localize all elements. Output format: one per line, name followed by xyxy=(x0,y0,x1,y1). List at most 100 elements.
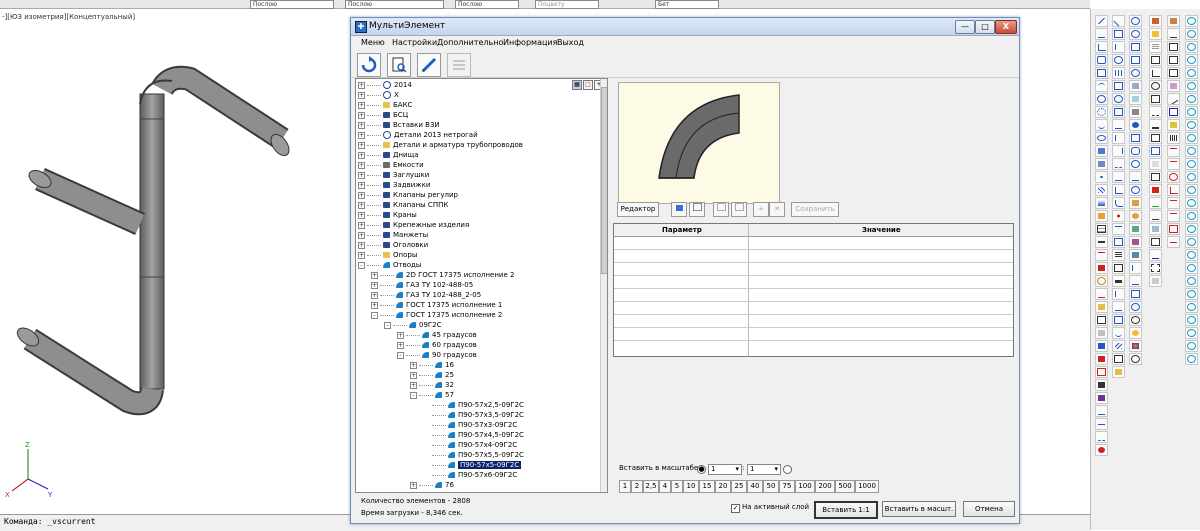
sphere-icon[interactable] xyxy=(1129,158,1142,170)
collapse-icon[interactable]: - xyxy=(358,261,365,269)
element-tree[interactable]: ▦ □ + +2014 + X + БАКС + БСЦ + Вставки ВЗИ + Детал… xyxy=(355,78,608,493)
scale-icon[interactable] xyxy=(1112,106,1125,118)
expand-icon[interactable]: + xyxy=(410,361,417,369)
expand-icon[interactable]: + xyxy=(358,201,365,209)
tree-item[interactable]: П90-57х3,5-09Г2С xyxy=(423,410,524,420)
menu-item-info[interactable]: Информация xyxy=(503,38,557,47)
tree-item[interactable]: +25 xyxy=(410,370,454,380)
ole-icon[interactable] xyxy=(1149,236,1162,248)
expand-icon[interactable]: + xyxy=(358,251,365,259)
expand-icon[interactable]: + xyxy=(358,161,365,169)
tree-item[interactable]: - 90 градусов xyxy=(397,350,477,360)
snap-icon[interactable] xyxy=(1149,54,1162,66)
parameter-table[interactable]: Параметр Значение xyxy=(613,223,1014,357)
scale-preset-button[interactable]: 100 xyxy=(795,480,815,493)
expand-icon[interactable]: + xyxy=(371,291,378,299)
mtext-icon[interactable] xyxy=(1095,236,1108,248)
attribute-icon[interactable] xyxy=(1112,353,1125,365)
scale-preset-button[interactable]: 5 xyxy=(671,480,683,493)
ruler-icon[interactable] xyxy=(1167,132,1180,144)
signal-icon[interactable] xyxy=(1095,392,1108,404)
scale-radio-right[interactable] xyxy=(783,465,792,474)
tree-item[interactable]: П90-57х4-09Г2С xyxy=(423,440,517,450)
box-icon[interactable] xyxy=(1129,132,1142,144)
paste-preview-button[interactable] xyxy=(689,202,705,217)
break-icon[interactable] xyxy=(1112,158,1125,170)
ring-9-icon[interactable] xyxy=(1185,119,1198,131)
line-icon[interactable] xyxy=(1095,15,1108,27)
stop-icon[interactable] xyxy=(1095,444,1108,456)
tree-item[interactable]: + БСЦ xyxy=(358,110,408,120)
ring-26-icon[interactable] xyxy=(1185,340,1198,352)
scale-preset-button[interactable]: 1 xyxy=(619,480,631,493)
tree-item[interactable]: + ГАЗ ТУ 102-488-05 xyxy=(371,280,473,290)
ring-11-icon[interactable] xyxy=(1185,145,1198,157)
menu-item-exit[interactable]: Выход xyxy=(557,38,584,47)
ring-8-icon[interactable] xyxy=(1185,106,1198,118)
hatch-edit-icon[interactable] xyxy=(1112,340,1125,352)
search-doc-button[interactable] xyxy=(387,53,411,77)
check-icon[interactable] xyxy=(1149,197,1162,209)
gradient-icon[interactable] xyxy=(1095,197,1108,209)
tree-item[interactable]: П90-57х5,5-09Г2С xyxy=(423,450,524,460)
trim-icon[interactable] xyxy=(1112,132,1125,144)
menu-item-extra[interactable]: Дополнительно xyxy=(437,38,503,47)
lwt-icon[interactable] xyxy=(1149,119,1162,131)
xref-icon[interactable] xyxy=(1095,366,1108,378)
insert-block-icon[interactable] xyxy=(1095,145,1108,157)
tree-collapse-icon[interactable]: □ xyxy=(583,80,593,90)
scale-preset-button[interactable]: 20 xyxy=(715,480,731,493)
cleanscreen-icon[interactable] xyxy=(1149,171,1162,183)
scale-preset-button[interactable]: 10 xyxy=(683,480,699,493)
list-view-button[interactable] xyxy=(447,53,471,77)
insert-11-button[interactable]: Вставить 1:1 xyxy=(814,501,878,519)
expand-icon[interactable]: + xyxy=(358,121,365,129)
leader-icon[interactable] xyxy=(1095,288,1108,300)
ring-24-icon[interactable] xyxy=(1185,314,1198,326)
plot-icon[interactable] xyxy=(1149,275,1162,287)
lengthen-icon[interactable] xyxy=(1112,301,1125,313)
properties-icon[interactable] xyxy=(1112,366,1125,378)
dim-linear-icon[interactable] xyxy=(1167,145,1180,157)
torus-icon[interactable] xyxy=(1129,184,1142,196)
ring-13-icon[interactable] xyxy=(1185,171,1198,183)
column-button[interactable] xyxy=(713,202,729,217)
dist-icon[interactable] xyxy=(1112,223,1125,235)
ring-27-icon[interactable] xyxy=(1185,353,1198,365)
scale-select-right[interactable]: 1 ▾ xyxy=(747,464,781,475)
ring-2-icon[interactable] xyxy=(1185,28,1198,40)
ring-19-icon[interactable] xyxy=(1185,249,1198,261)
tree-item[interactable]: + Вставки ВЗИ xyxy=(358,120,440,130)
menu-item-menu[interactable]: Меню xyxy=(361,38,385,47)
offset-icon[interactable] xyxy=(1112,54,1125,66)
plotstyle-field[interactable]: Послою xyxy=(455,0,519,9)
model-icon[interactable] xyxy=(1149,132,1162,144)
expand-icon[interactable]: + xyxy=(358,181,365,189)
tree-item[interactable]: П90-57х2,5-09Г2С xyxy=(423,400,524,410)
doc-icon[interactable] xyxy=(1167,41,1180,53)
orbit-icon[interactable] xyxy=(1129,67,1142,79)
tolerance-icon[interactable] xyxy=(1167,223,1180,235)
layer-icon[interactable] xyxy=(1095,327,1108,339)
scale-preset-button[interactable]: 200 xyxy=(815,480,835,493)
symbol-icon[interactable] xyxy=(1095,340,1108,352)
make-block-icon[interactable] xyxy=(1095,158,1108,170)
dialog-titlebar[interactable]: ✚ МультиЭлемент — □ X xyxy=(351,18,1019,36)
join-icon[interactable] xyxy=(1112,171,1125,183)
measure-icon[interactable] xyxy=(1167,28,1180,40)
tree-item[interactable]: +2D ГОСТ 17375 исполнение 2 xyxy=(371,270,514,280)
clip-icon[interactable] xyxy=(1149,262,1162,274)
paste-icon[interactable] xyxy=(1167,67,1180,79)
collapse-icon[interactable]: - xyxy=(410,391,417,399)
point-icon[interactable] xyxy=(1095,171,1108,183)
expand-icon[interactable]: + xyxy=(397,341,404,349)
save-button[interactable]: Сохранить xyxy=(791,202,839,217)
tree-item[interactable]: + Манжеты xyxy=(358,230,428,240)
tree-item[interactable]: П90-57х6-09Г2С xyxy=(423,470,517,480)
ring-25-icon[interactable] xyxy=(1185,327,1198,339)
expand-icon[interactable]: + xyxy=(371,301,378,309)
globe-icon[interactable] xyxy=(1129,314,1142,326)
color-field[interactable]: Поцвету xyxy=(535,0,599,9)
intersect-icon[interactable] xyxy=(1129,249,1142,261)
copy-icon[interactable] xyxy=(1112,28,1125,40)
